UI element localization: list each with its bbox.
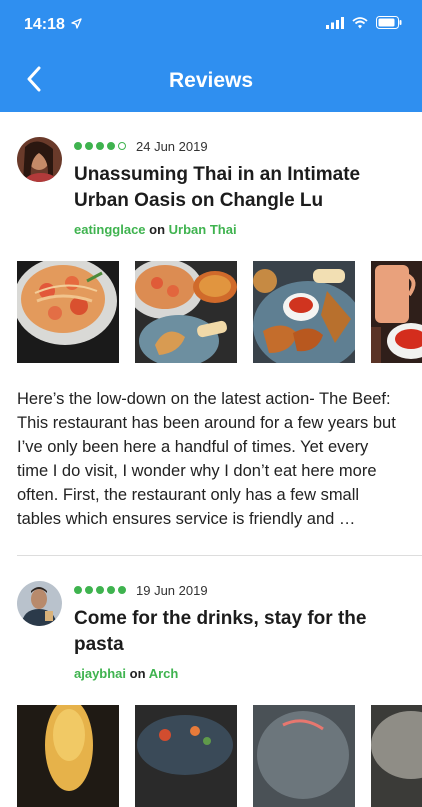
review-title[interactable]: Come for the drinks, stay for the pasta	[74, 606, 402, 658]
photo-strip[interactable]	[17, 261, 422, 363]
review-card[interactable]: 19 Jun 2019 Come for the drinks, stay fo…	[0, 556, 422, 807]
rating-dot	[118, 586, 126, 594]
review-card[interactable]: 24 Jun 2019 Unassuming Thai in an Intima…	[0, 112, 422, 556]
location-arrow-icon	[71, 16, 82, 34]
rating-dot	[74, 586, 82, 594]
rating-dot	[107, 142, 115, 150]
venue-link[interactable]: Urban Thai	[169, 222, 237, 237]
page-title: Reviews	[168, 69, 254, 92]
author-link[interactable]: ajaybhai	[74, 666, 126, 681]
review-date: 24 Jun 2019	[136, 138, 208, 154]
avatar[interactable]	[17, 581, 62, 626]
review-excerpt[interactable]: Here’s the low-down on the latest action…	[17, 387, 422, 531]
status-bar: 14:18	[0, 0, 422, 50]
rating-dot	[74, 142, 82, 150]
nav-bar: Reviews	[0, 50, 422, 112]
food-photo[interactable]	[371, 705, 422, 807]
rating-dots	[74, 142, 126, 150]
on-label: on	[129, 666, 146, 681]
on-label: on	[149, 222, 166, 237]
food-photo[interactable]	[371, 261, 422, 363]
rating-dot	[107, 586, 115, 594]
chevron-left-icon	[26, 66, 42, 97]
rating-dot-empty	[118, 142, 126, 150]
rating-dot	[85, 586, 93, 594]
photo-strip[interactable]	[17, 705, 422, 807]
rating-dot	[96, 586, 104, 594]
rating-dot	[96, 142, 104, 150]
food-photo[interactable]	[253, 261, 355, 363]
review-title[interactable]: Unassuming Thai in an Intimate Urban Oas…	[74, 162, 402, 214]
food-photo[interactable]	[17, 705, 119, 807]
author-link[interactable]: eatingglace	[74, 222, 146, 237]
back-button[interactable]	[18, 64, 50, 98]
food-photo[interactable]	[135, 261, 237, 363]
rating-dot	[85, 142, 93, 150]
venue-link[interactable]: Arch	[149, 666, 179, 681]
avatar[interactable]	[17, 137, 62, 182]
food-photo[interactable]	[135, 705, 237, 807]
wifi-icon	[352, 16, 368, 34]
status-time: 14:18	[24, 16, 65, 33]
battery-icon	[376, 16, 402, 34]
food-photo[interactable]	[253, 705, 355, 807]
review-date: 19 Jun 2019	[136, 582, 208, 598]
signal-icon	[326, 16, 344, 34]
food-photo[interactable]	[17, 261, 119, 363]
byline: ajaybhai on Arch	[74, 666, 402, 681]
rating-dots	[74, 586, 126, 594]
app-header: 14:18 Reviews	[0, 0, 422, 112]
byline: eatingglace on Urban Thai	[74, 222, 402, 237]
